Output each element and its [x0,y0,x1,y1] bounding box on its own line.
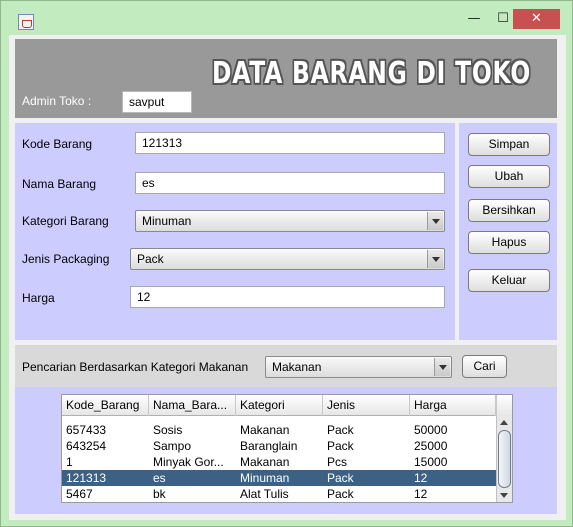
kategori-barang-label: Kategori Barang [22,214,109,228]
cell-kode: 5467 [66,487,93,501]
cell-jenis: Pack [327,423,354,437]
cell-kode: 643254 [66,439,107,453]
simpan-button[interactable]: Simpan [468,133,550,156]
jenis-packaging-dropdown[interactable]: Pack [130,248,445,270]
application-window: — ☐ ✕ DATA BARANG DI TOKO Admin Toko : s… [0,0,573,527]
cell-kategori: Minuman [240,471,290,485]
scroll-up-icon[interactable] [500,420,508,425]
keluar-button[interactable]: Keluar [468,269,550,292]
table-body: 657433 Sosis Makanan Pack 50000 643254 S… [62,422,496,502]
column-header-nama[interactable]: Nama_Bara... [149,395,236,416]
cell-kategori: Baranglain [240,439,298,453]
table-header: Kode_Barang Nama_Bara... Kategori Jenis … [62,395,512,416]
data-table[interactable]: Kode_Barang Nama_Bara... Kategori Jenis … [61,394,513,503]
kode-barang-label: Kode Barang [22,137,93,151]
kategori-barang-dropdown[interactable]: Minuman [135,210,445,232]
cell-harga: 50000 [414,423,448,437]
table-row[interactable]: 1 Minyak Gor... Makanan Pcs 15000 [62,454,496,470]
search-category-dropdown[interactable]: Makanan [265,356,452,378]
chevron-down-icon [434,358,450,376]
cell-nama: Sosis [153,423,183,437]
java-app-icon [18,14,34,30]
cell-harga: 12 [414,471,428,485]
scroll-thumb[interactable] [498,430,511,488]
title-bar[interactable]: — ☐ ✕ [1,1,572,35]
kategori-barang-value: Minuman [142,214,192,228]
cell-kategori: Makanan [240,455,290,469]
cell-nama: Minyak Gor... [153,455,224,469]
harga-label: Harga [22,291,55,305]
hapus-button[interactable]: Hapus [468,231,550,254]
jenis-packaging-label: Jenis Packaging [22,252,110,266]
header-corner [496,395,512,416]
cell-jenis: Pack [327,471,354,485]
cell-jenis: Pack [327,439,354,453]
form-panel: Kode Barang 121313 Nama Barang es Katego… [15,123,455,340]
nama-barang-label: Nama Barang [22,177,97,191]
search-label: Pencarian Berdasarkan Kategori Makanan [22,360,249,374]
cell-harga: 12 [414,487,428,501]
column-header-kategori[interactable]: Kategori [236,395,323,416]
table-row[interactable]: 657433 Sosis Makanan Pack 50000 [62,422,496,438]
table-scrollbar[interactable] [496,416,512,502]
cell-jenis: Pack [327,487,354,501]
search-category-value: Makanan [272,360,322,374]
search-panel: Pencarian Berdasarkan Kategori Makanan M… [15,345,557,387]
cell-jenis: Pcs [327,455,348,469]
cell-kategori: Makanan [240,423,290,437]
admin-label: Admin Toko : [22,94,92,108]
column-header-harga[interactable]: Harga [410,395,496,416]
admin-field[interactable]: savput [122,91,192,113]
page-title: DATA BARANG DI TOKO [211,56,531,91]
cell-kode: 1 [66,455,73,469]
nama-barang-field[interactable]: es [135,172,445,194]
chevron-down-icon [427,250,443,268]
header-panel: DATA BARANG DI TOKO Admin Toko : savput [15,39,557,118]
cell-harga: 25000 [414,439,448,453]
close-button[interactable]: ✕ [513,9,560,29]
cari-button[interactable]: Cari [462,355,507,378]
column-header-kode[interactable]: Kode_Barang [62,395,149,416]
kode-barang-field[interactable]: 121313 [135,132,445,154]
table-row-selected[interactable]: 121313 es Minuman Pack 12 [62,470,496,486]
ubah-button[interactable]: Ubah [468,165,550,188]
cell-kode: 121313 [66,471,107,485]
table-row[interactable]: 643254 Sampo Baranglain Pack 25000 [62,438,496,454]
cell-nama: es [153,471,166,485]
cell-kategori: Alat Tulis [240,487,289,501]
cell-harga: 15000 [414,455,448,469]
action-button-panel: Simpan Ubah Bersihkan Hapus Keluar [459,123,557,340]
minimize-button[interactable]: — [460,9,488,29]
scroll-down-icon[interactable] [500,493,508,498]
chevron-down-icon [427,212,443,230]
harga-field[interactable]: 12 [130,286,445,308]
cell-kode: 657433 [66,423,107,437]
column-header-jenis[interactable]: Jenis [323,395,410,416]
table-panel: Kode_Barang Nama_Bara... Kategori Jenis … [15,387,557,514]
cell-nama: Sampo [153,439,192,453]
table-row[interactable]: 5467 bk Alat Tulis Pack 12 [62,486,496,502]
cell-nama: bk [153,487,166,501]
bersihkan-button[interactable]: Bersihkan [468,199,550,222]
jenis-packaging-value: Pack [137,252,164,266]
